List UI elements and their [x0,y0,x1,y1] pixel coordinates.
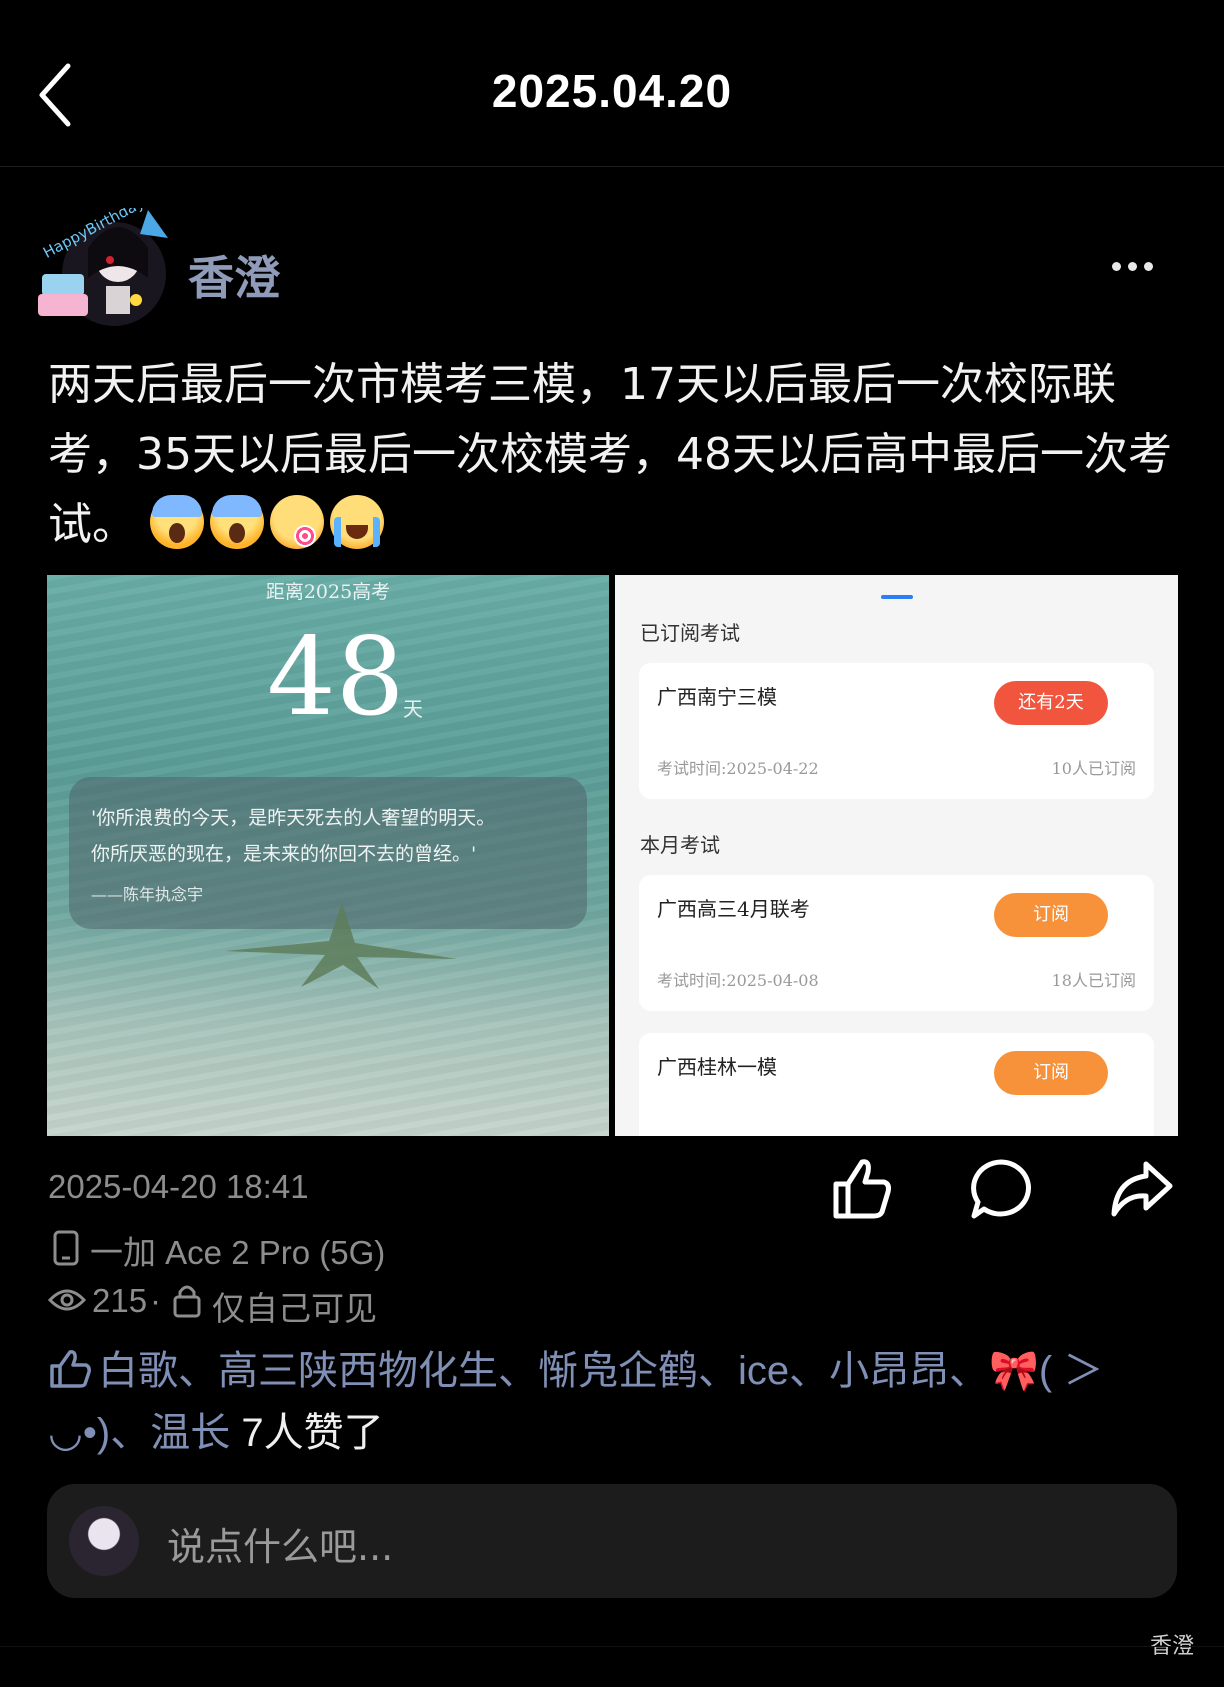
like-small-icon [50,1350,91,1388]
meta-separator: · [150,1282,161,1319]
exam-time: 考试时间:2025-04-22 [657,759,819,778]
like-icon[interactable] [828,1156,894,1222]
subscriber-count: 10人已订阅 [1051,759,1136,778]
savoring-emoji-icon [270,495,324,549]
comment-input[interactable]: 说点什么吧... [47,1484,1177,1598]
view-count: 215 [92,1282,148,1319]
quote-author: ——陈年执念宇 [91,885,204,904]
avatar[interactable]: HappyBirthday [36,193,186,332]
liker-names[interactable]: 白歌、高三陕西物化生、惭凫企鹤、ice、小昂昂、🎀( ＞◡•)、温长 [48,1349,1103,1455]
countdown-unit: 天 [403,697,423,721]
user-avatar [69,1506,139,1576]
device-name: 一加 Ace 2 Pro (5G) [90,1234,386,1271]
exam-time: 考试时间:2025-04-08 [657,971,819,990]
share-icon[interactable] [1108,1156,1174,1222]
visibility: 仅自己可见 [212,1290,377,1327]
countdown-pill: 还有2天 [994,681,1108,725]
phone-icon [53,1230,79,1266]
post-datetime: 2025-04-20 18:41 [48,1168,309,1205]
likes-list: 白歌、高三陕西物化生、惭凫企鹤、ice、小昂昂、🎀( ＞◡•)、温长 7人赞了 [48,1340,1188,1464]
page-title: 2025.04.20 [491,65,733,117]
countdown-number: 48 [267,615,405,740]
subscribe-button: 订阅 [994,1051,1108,1095]
watermark: 香澄 [1149,1634,1194,1659]
tab-indicator [881,595,913,599]
exam-name: 广西高三4月联考 [657,897,810,921]
scream-emoji-icon [210,495,264,549]
scream-emoji-icon [150,495,204,549]
quote-line-1: '你所浪费的今天，是昨天死去的人奢望的明天。 [91,807,496,829]
eye-icon [48,1289,86,1311]
starfish-icon [225,903,457,989]
exam-card: 广西南宁三模 还有2天 考试时间:2025-04-22 10人已订阅 [639,663,1154,799]
countdown-label: 距离2025高考 [265,581,391,603]
section-subscribed: 已订阅考试 [640,621,740,645]
like-count: 7人赞了 [241,1411,384,1455]
crying-emoji-icon [330,495,384,549]
exam-card: 广西桂林一模 订阅 [639,1033,1154,1136]
post-text: 两天后最后一次市模考三模，17天以后最后一次校际联考，35天以后最后一次校模考，… [48,350,1188,560]
more-options-icon[interactable] [1112,256,1166,286]
post-image-exam-list[interactable]: 已订阅考试 广西南宁三模 还有2天 考试时间:2025-04-22 10人已订阅… [615,575,1178,1136]
exam-name: 广西南宁三模 [657,685,777,709]
birthday-avatar-icon: HappyBirthday [38,193,168,326]
username[interactable]: 香澄 [188,242,280,308]
subscribe-button: 订阅 [994,893,1108,937]
comment-icon[interactable] [968,1156,1034,1222]
lock-icon [173,1285,201,1318]
divider [0,1646,1224,1647]
post-image-countdown[interactable]: 距离2025高考 48 天 '你所浪费的今天，是昨天死去的人奢望的明天。 你所厌… [47,575,609,1136]
section-this-month: 本月考试 [640,833,720,857]
exam-name: 广西桂林一模 [657,1055,777,1079]
subscriber-count: 18人已订阅 [1051,971,1136,990]
quote-line-2: 你所厌恶的现在，是未来的你回不去的曾经。' [91,843,477,865]
comment-placeholder[interactable]: 说点什么吧... [167,1516,393,1571]
exam-card: 广西高三4月联考 订阅 考试时间:2025-04-08 18人已订阅 [639,875,1154,1011]
